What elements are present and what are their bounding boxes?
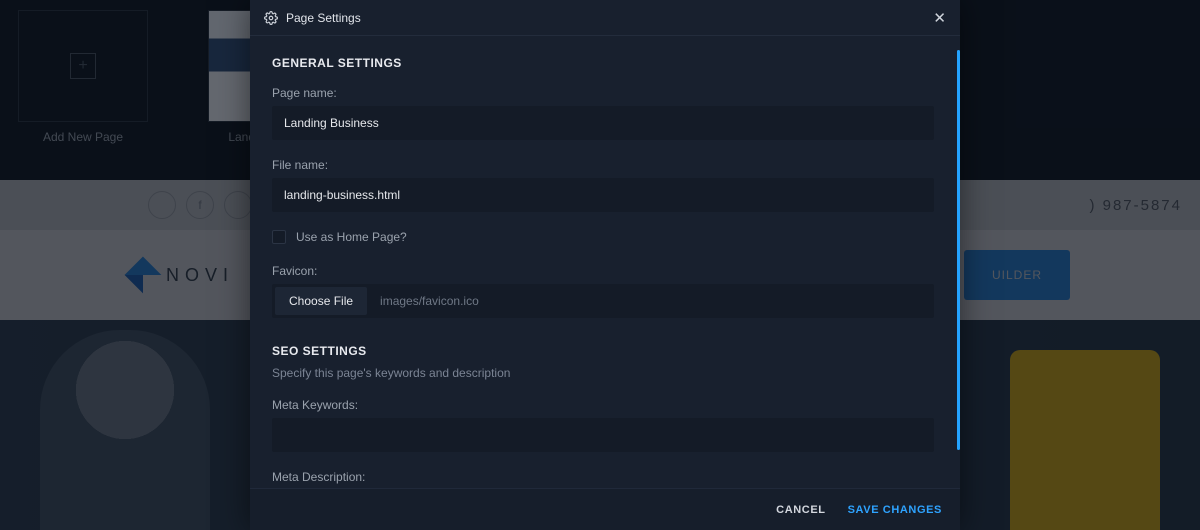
section-seo-heading: SEO SETTINGS [272, 344, 934, 358]
favicon-field: Choose File images/favicon.ico [272, 284, 934, 318]
favicon-path: images/favicon.ico [380, 294, 479, 308]
page-name-label: Page name: [272, 86, 934, 100]
modal-footer: CANCEL SAVE CHANGES [250, 488, 960, 530]
gear-icon [264, 11, 278, 25]
meta-description-label: Meta Description: [272, 470, 934, 484]
modal-header: Page Settings ✕ [250, 0, 960, 36]
page-settings-modal: Page Settings ✕ GENERAL SETTINGS Page na… [250, 0, 960, 530]
choose-file-button[interactable]: Choose File [275, 287, 367, 315]
close-icon[interactable]: ✕ [933, 9, 946, 27]
scrollbar-track[interactable] [956, 36, 960, 488]
home-page-checkbox-label: Use as Home Page? [296, 230, 407, 244]
save-button[interactable]: SAVE CHANGES [848, 504, 942, 516]
file-name-label: File name: [272, 158, 934, 172]
favicon-label: Favicon: [272, 264, 934, 278]
page-name-input[interactable] [272, 106, 934, 140]
home-page-checkbox[interactable] [272, 230, 286, 244]
modal-scroll[interactable]: GENERAL SETTINGS Page name: File name: U… [250, 36, 956, 488]
meta-keywords-label: Meta Keywords: [272, 398, 934, 412]
meta-keywords-input[interactable] [272, 418, 934, 452]
modal-title: Page Settings [286, 11, 361, 25]
scrollbar-thumb[interactable] [957, 50, 960, 450]
section-general-heading: GENERAL SETTINGS [272, 56, 934, 70]
section-seo-sub: Specify this page's keywords and descrip… [272, 366, 934, 380]
cancel-button[interactable]: CANCEL [776, 504, 825, 516]
file-name-input[interactable] [272, 178, 934, 212]
